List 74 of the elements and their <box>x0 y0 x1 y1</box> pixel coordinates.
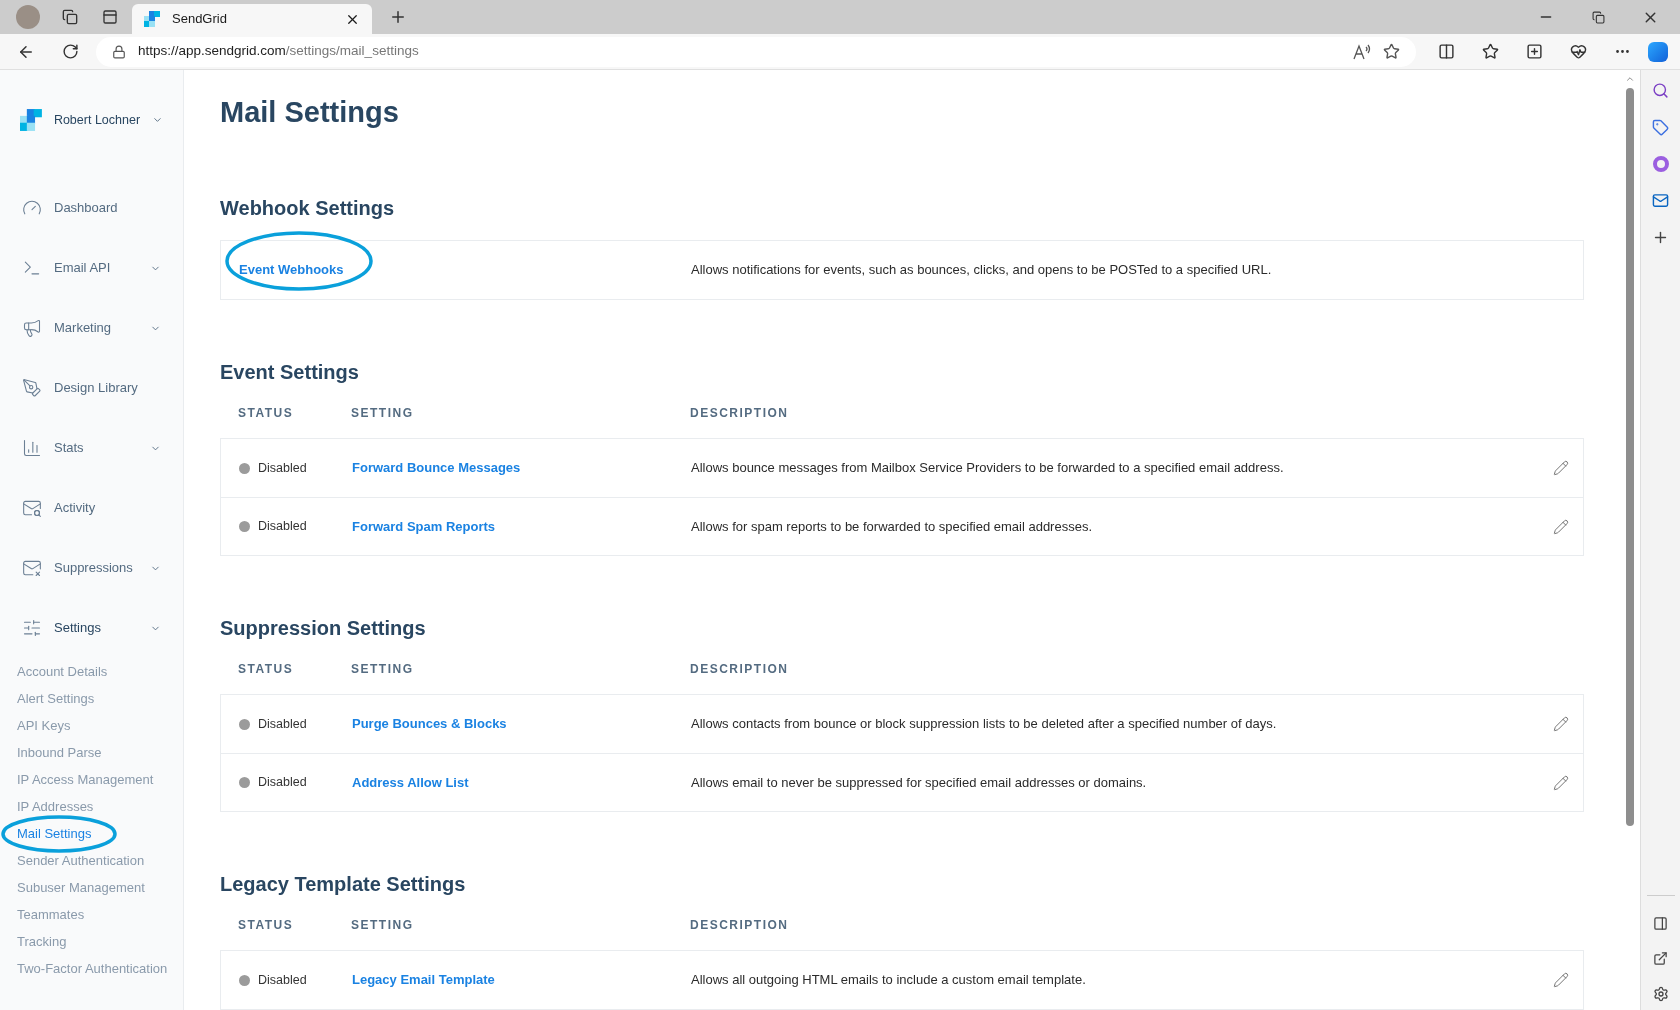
column-header: STATUS <box>237 917 295 934</box>
column-header: STATUS <box>237 405 295 422</box>
nav-item[interactable]: Design Library <box>0 358 183 418</box>
bar-chart-icon <box>22 438 42 458</box>
submenu-link[interactable]: Account Details <box>17 663 171 680</box>
status-label: Disabled <box>258 971 307 989</box>
setting-link[interactable]: Forward Bounce Messages <box>352 460 521 476</box>
submenu-link[interactable]: IP Addresses <box>17 798 171 815</box>
section-heading: Webhook Settings <box>220 196 396 221</box>
submenu-link[interactable]: API Keys <box>17 717 171 734</box>
column-header: STATUS <box>237 661 295 678</box>
setting-description: Allows for spam reports to be forwarded to specified email addresses. <box>691 517 1094 536</box>
account-name: Robert Lochner <box>53 111 141 129</box>
setting-link[interactable]: Event Webhooks <box>239 262 344 278</box>
submenu-link[interactable]: Subuser Management <box>17 879 171 896</box>
pen-ruler-icon <box>22 378 42 398</box>
status-label: Disabled <box>258 459 307 477</box>
submenu-link[interactable]: Alert Settings <box>17 690 171 707</box>
column-header: SETTING <box>351 405 415 422</box>
submenu-link[interactable]: Inbound Parse <box>17 744 171 761</box>
submenu-link[interactable]: Two-Factor Authentication <box>17 960 171 977</box>
account-menu[interactable]: Robert Lochner <box>0 105 183 135</box>
column-header: DESCRIPTION <box>690 661 789 678</box>
column-header: SETTING <box>351 661 415 678</box>
setting-link[interactable]: Legacy Email Template <box>352 972 495 988</box>
lock-icon <box>112 44 126 59</box>
page-title: Mail Settings <box>220 95 400 130</box>
column-header: DESCRIPTION <box>690 917 789 934</box>
column-header: DESCRIPTION <box>690 405 789 422</box>
sidebar-toggle-icon[interactable] <box>1653 916 1668 931</box>
status-label: Disabled <box>258 715 307 733</box>
submenu-link[interactable]: IP Access Management <box>17 771 171 788</box>
search-icon[interactable] <box>1652 82 1669 99</box>
tab-title: SendGrid <box>172 10 228 29</box>
setting-description: Allows bounce messages from Mailbox Service Providers to be forwarded to a specified email address. <box>691 459 1285 478</box>
browser-tab[interactable]: SendGrid <box>132 4 372 34</box>
setting-description: Allows contacts from bounce or block suppression lists to be deleted after a specified number of days. <box>691 715 1278 734</box>
section-heading: Event Settings <box>220 360 360 385</box>
nav-item[interactable]: Marketing <box>0 298 183 358</box>
status-label: Disabled <box>258 774 307 792</box>
url-text: https://app.sendgrid.com/settings/mail_settings <box>138 42 420 61</box>
megaphone-icon <box>22 318 42 338</box>
nav-item[interactable]: Suppressions <box>0 538 183 598</box>
setting-description: Allows notifications for events, such as bounces, clicks, and opens to be POSTed to a specified URL. <box>691 261 1273 280</box>
submenu-link[interactable]: Teammates <box>17 906 171 923</box>
sendgrid-logo-icon <box>144 11 160 27</box>
envelope-search-icon <box>22 498 42 518</box>
section-heading: Suppression Settings <box>220 616 427 641</box>
sliders-icon <box>22 618 42 638</box>
column-header: SETTING <box>351 917 415 934</box>
settings-icon[interactable] <box>1652 986 1669 1002</box>
submenu-link[interactable]: Mail Settings <box>17 825 171 842</box>
section-heading: Legacy Template Settings <box>220 872 467 897</box>
nav-item[interactable]: Email API <box>0 238 183 298</box>
submenu-link[interactable]: Tracking <box>17 933 171 950</box>
setting-link[interactable]: Address Allow List <box>352 774 469 790</box>
add-icon[interactable] <box>1652 229 1669 246</box>
external-link-icon[interactable] <box>1653 951 1668 966</box>
nav-item[interactable]: Settings <box>0 598 183 658</box>
setting-description: Allows email to never be suppressed for specified email addresses or domains. <box>691 773 1148 792</box>
tag-icon[interactable] <box>1652 119 1669 136</box>
nav-item[interactable]: Stats <box>0 418 183 478</box>
status-label: Disabled <box>258 518 307 536</box>
nav-item[interactable]: Dashboard <box>0 178 183 238</box>
envelope-blocked-icon <box>22 558 42 578</box>
nav-item[interactable]: Activity <box>0 478 183 538</box>
read-aloud-icon[interactable] <box>1353 43 1371 60</box>
setting-link[interactable]: Forward Spam Reports <box>352 518 496 534</box>
setting-description: Allows all outgoing HTML emails to include a custom email template. <box>691 971 1087 990</box>
setting-link[interactable]: Purge Bounces & Blocks <box>352 716 507 732</box>
address-bar[interactable]: https://app.sendgrid.com/settings/mail_settings <box>96 36 1416 67</box>
sendgrid-logo-icon <box>20 108 42 132</box>
favorite-star-icon[interactable] <box>1383 43 1400 60</box>
submenu-link[interactable]: Sender Authentication <box>17 852 171 869</box>
